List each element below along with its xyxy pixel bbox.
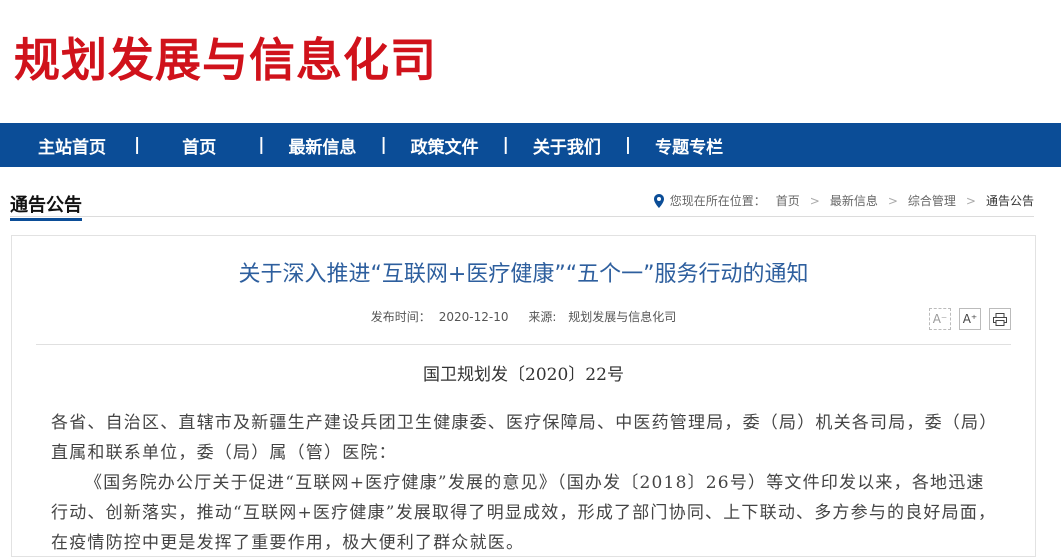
nav-separator: | — [134, 135, 141, 155]
nav-item-policy[interactable]: 政策文件 — [411, 133, 479, 158]
site-header: 规划发展与信息化司 — [0, 0, 1061, 123]
document-number: 国卫规划发〔2020〕22号 — [423, 365, 624, 385]
article-paragraph: 《国务院办公厅关于促进“互联网+医疗健康”发展的意见》（国办发〔2018〕26号… — [51, 473, 997, 553]
nav-item-topics[interactable]: 专题专栏 — [655, 133, 723, 158]
nav-separator: | — [624, 135, 632, 155]
breadcrumb-item-general[interactable]: 综合管理 — [908, 192, 956, 209]
publish-date: 发布时间： 2020-12-10 — [367, 310, 513, 324]
breadcrumb-item-current[interactable]: 通告公告 — [986, 192, 1034, 209]
article-source: 来源: 规划发展与信息化司 — [524, 310, 680, 324]
breadcrumb-prefix: 您现在所在位置： — [669, 194, 766, 208]
breadcrumb-separator: > — [809, 193, 820, 208]
article-container: 关于深入推进“互联网+医疗健康”“五个一”服务行动的通知 发布时间： 2020-1… — [11, 235, 1036, 557]
article-title: 关于深入推进“互联网+医疗健康”“五个一”服务行动的通知 — [238, 262, 809, 287]
nav-separator: | — [380, 135, 387, 155]
font-larger-button[interactable]: A⁺ — [959, 308, 981, 330]
article-meta: 发布时间： 2020-12-10 来源: 规划发展与信息化司 — [12, 308, 1035, 325]
breadcrumb-separator: > — [965, 193, 976, 208]
main-nav: 主站首页 | 首页 | 最新信息 | 政策文件 | 关于我们 | 专题专栏 — [0, 123, 1061, 167]
article-tools: A⁻ A⁺ — [929, 308, 1011, 330]
printer-icon — [993, 312, 1007, 326]
font-smaller-button[interactable]: A⁻ — [929, 308, 951, 330]
nav-separator: | — [502, 135, 509, 155]
source-label: 来源: — [528, 310, 557, 324]
print-button[interactable] — [989, 308, 1011, 330]
article-body: 各省、自治区、直辖市及新疆生产建设兵团卫生健康委、医疗保障局、中医药管理局，委（… — [51, 408, 1001, 558]
breadcrumb-item-home[interactable]: 首页 — [776, 192, 800, 209]
location-pin-icon — [653, 193, 664, 208]
source-value: 规划发展与信息化司 — [568, 310, 677, 324]
nav-separator: | — [258, 135, 265, 155]
publish-label: 发布时间： — [370, 310, 431, 324]
breadcrumb-separator: > — [887, 193, 898, 208]
divider — [10, 216, 1034, 217]
section-header: 通告公告 您现在所在位置： 首页 > 最新信息 > 综合管理 > 通告公告 — [10, 186, 1034, 221]
breadcrumb: 您现在所在位置： 首页 > 最新信息 > 综合管理 > 通告公告 — [653, 192, 1034, 209]
site-title[interactable]: 规划发展与信息化司 — [14, 32, 437, 88]
nav-item-latest[interactable]: 最新信息 — [288, 133, 356, 158]
publish-date-value: 2020-12-10 — [438, 310, 509, 324]
article-paragraph: 各省、自治区、直辖市及新疆生产建设兵团卫生健康委、医疗保障局、中医药管理局，委（… — [51, 413, 998, 463]
nav-item-home[interactable]: 首页 — [182, 133, 216, 158]
nav-item-about[interactable]: 关于我们 — [533, 133, 601, 158]
divider — [36, 344, 1011, 345]
nav-item-main-home[interactable]: 主站首页 — [38, 133, 106, 158]
breadcrumb-item-latest[interactable]: 最新信息 — [830, 192, 878, 209]
